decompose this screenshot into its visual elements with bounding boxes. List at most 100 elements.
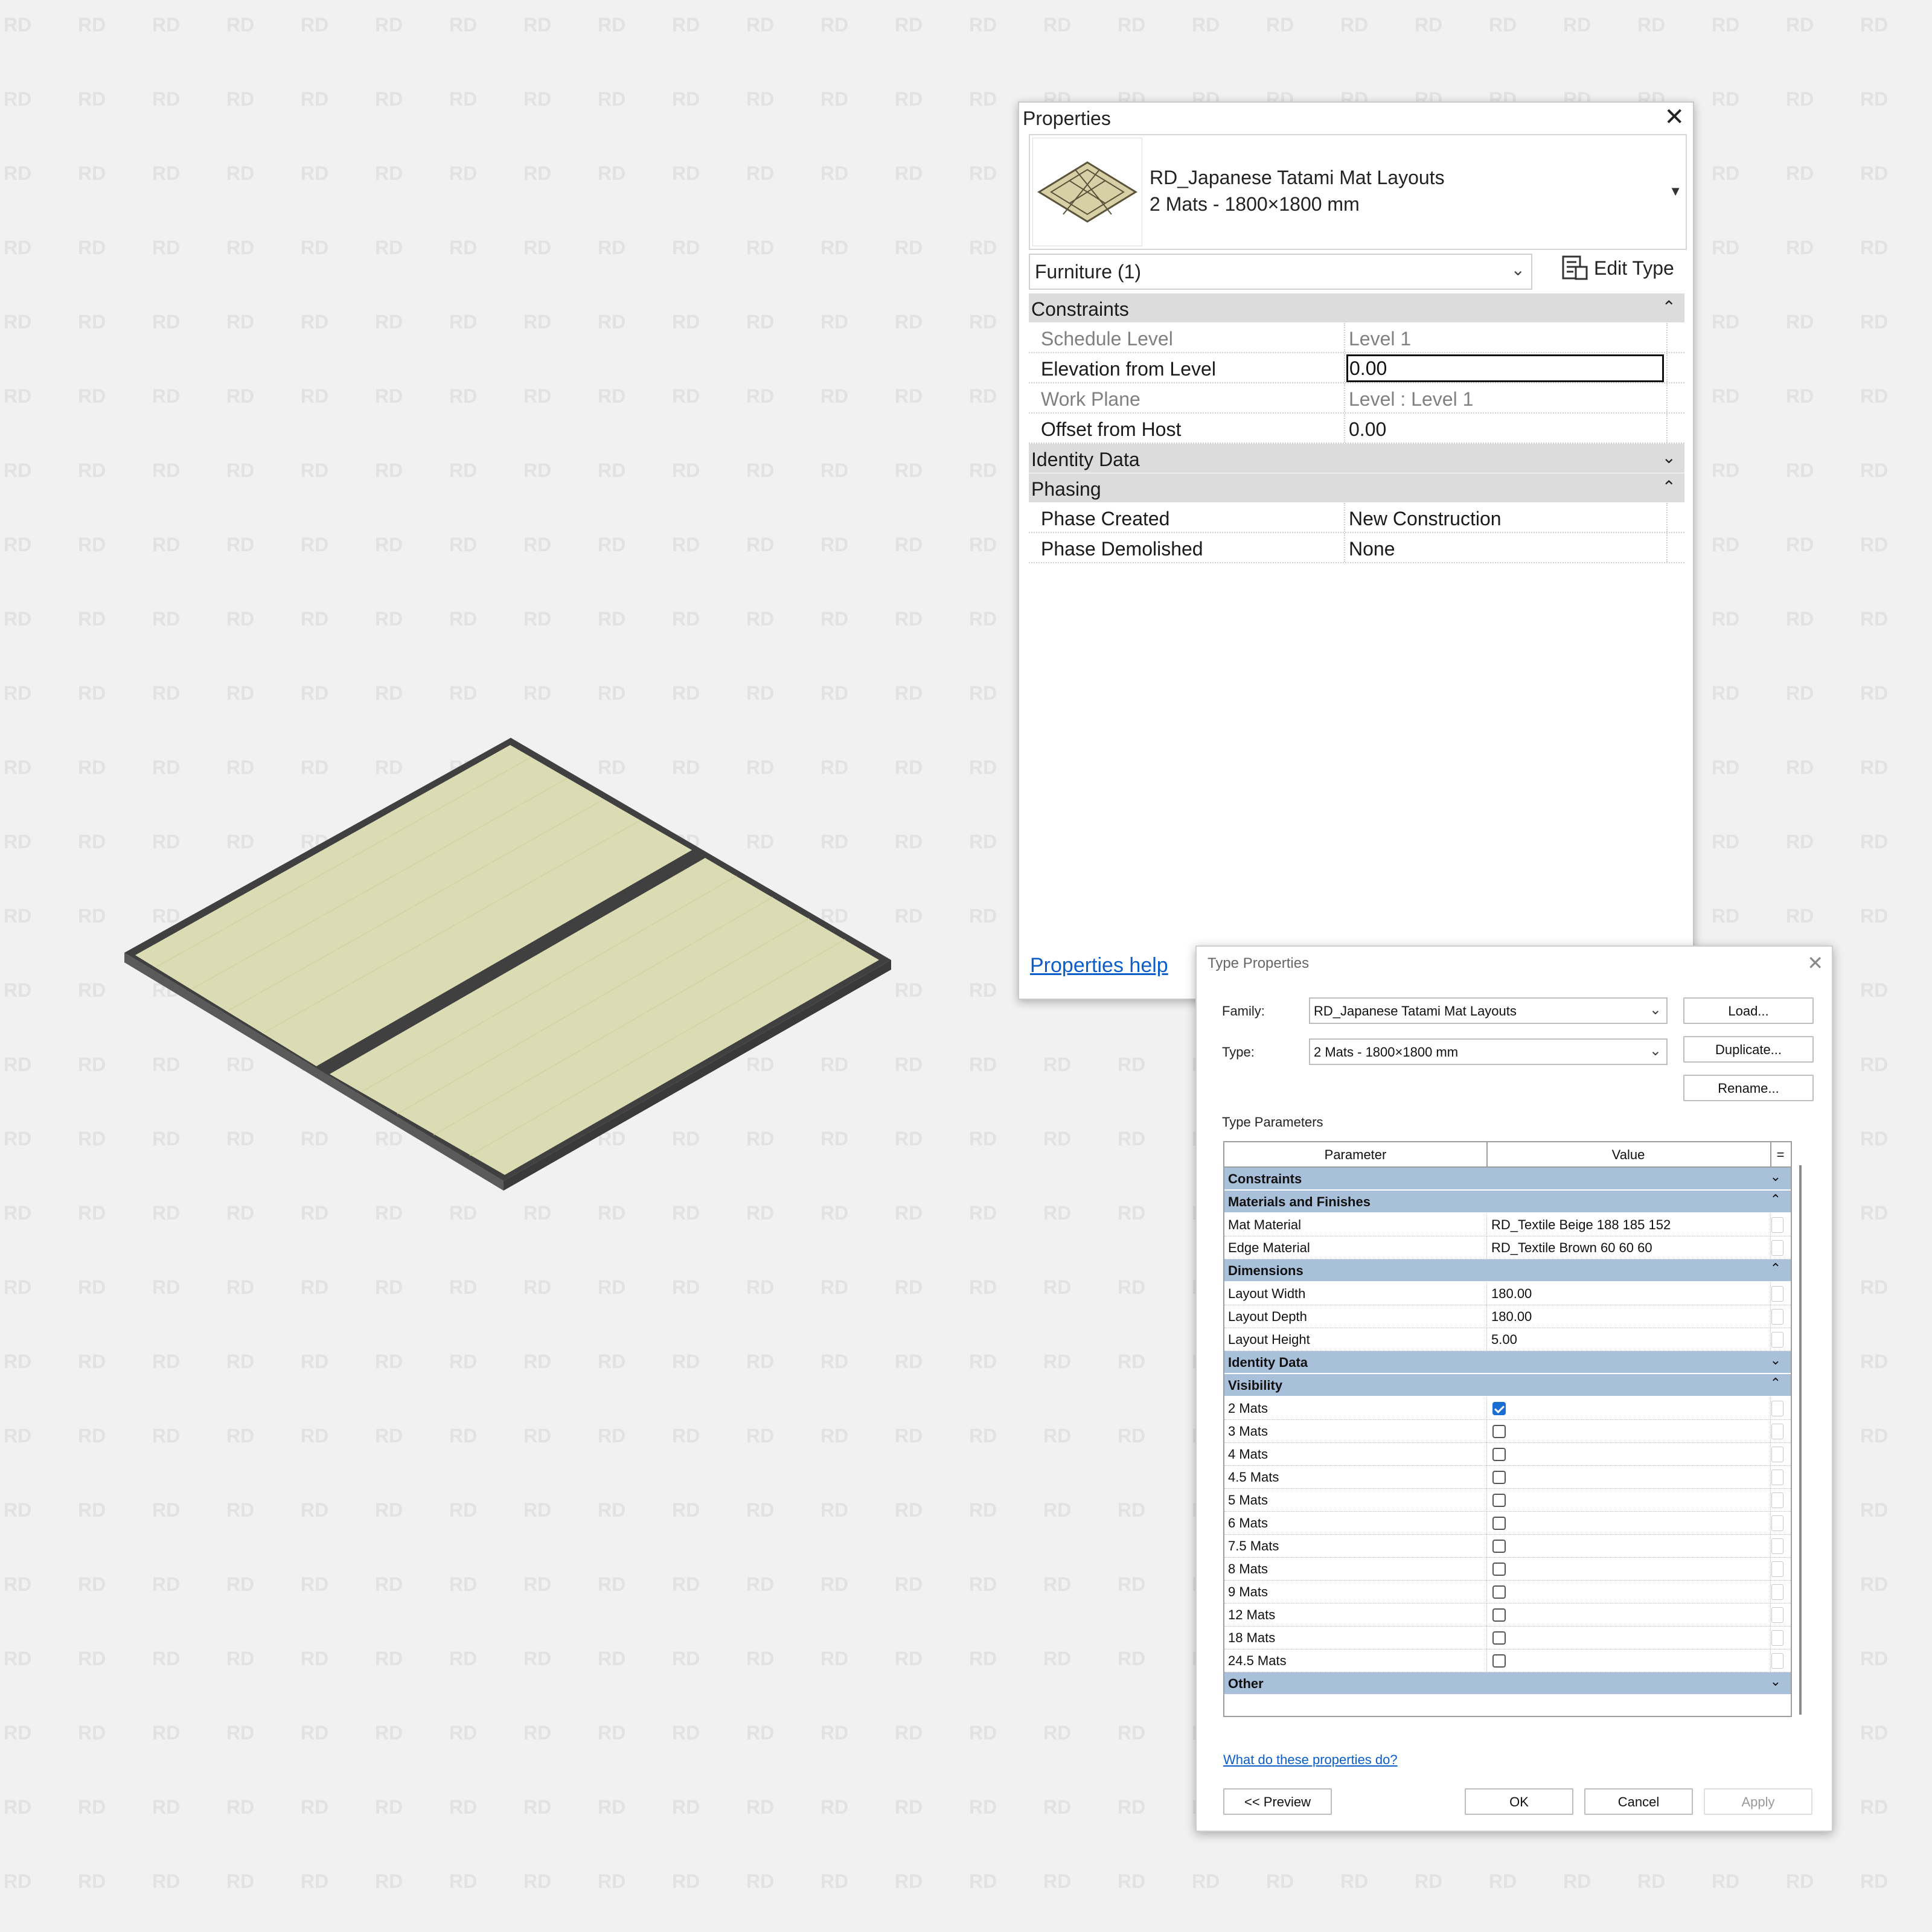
group-label: Dimensions xyxy=(1228,1263,1303,1278)
collapse-icon[interactable]: ⌃ xyxy=(1770,1261,1781,1276)
param-row-layout-depth[interactable]: Layout Depth 180.00 xyxy=(1224,1305,1791,1328)
visibility-checkbox[interactable] xyxy=(1492,1563,1506,1576)
property-value[interactable]: None xyxy=(1349,538,1395,560)
associate-parameter-button[interactable] xyxy=(1771,1424,1783,1439)
group-constraints[interactable]: Constraints ⌃ xyxy=(1029,293,1684,323)
expand-icon[interactable]: ⌄ xyxy=(1770,1674,1781,1689)
group-identity-data[interactable]: Identity Data ⌄ xyxy=(1029,444,1684,473)
load-button[interactable]: Load... xyxy=(1683,997,1814,1024)
expand-icon[interactable]: ⌄ xyxy=(1770,1169,1781,1185)
param-row-visibility[interactable]: 2 Mats xyxy=(1224,1397,1791,1420)
close-icon[interactable]: ✕ xyxy=(1807,952,1823,974)
associate-parameter-button[interactable] xyxy=(1771,1538,1783,1554)
param-row-visibility[interactable]: 4 Mats xyxy=(1224,1443,1791,1466)
visibility-checkbox[interactable] xyxy=(1492,1585,1506,1599)
param-value[interactable]: 180.00 xyxy=(1491,1286,1532,1302)
collapse-icon[interactable]: ⌃ xyxy=(1662,297,1676,317)
visibility-checkbox[interactable] xyxy=(1492,1402,1506,1415)
column-header-parameter[interactable]: Parameter xyxy=(1224,1147,1486,1163)
type-selector[interactable]: RD_Japanese Tatami Mat Layouts 2 Mats - … xyxy=(1029,134,1687,250)
param-row-layout-width[interactable]: Layout Width 180.00 xyxy=(1224,1282,1791,1305)
property-row-offset-from-host[interactable]: Offset from Host 0.00 xyxy=(1029,414,1684,444)
visibility-checkbox[interactable] xyxy=(1492,1654,1506,1668)
associate-parameter-button[interactable] xyxy=(1771,1240,1783,1256)
visibility-checkbox[interactable] xyxy=(1492,1425,1506,1438)
param-value[interactable]: 180.00 xyxy=(1491,1309,1532,1325)
param-value[interactable]: RD_Textile Brown 60 60 60 xyxy=(1491,1240,1652,1256)
visibility-checkbox[interactable] xyxy=(1492,1471,1506,1484)
associate-parameter-button[interactable] xyxy=(1771,1492,1783,1508)
associate-parameter-button[interactable] xyxy=(1771,1561,1783,1577)
collapse-icon[interactable]: ⌃ xyxy=(1662,477,1676,497)
property-row-phase-created[interactable]: Phase Created New Construction xyxy=(1029,503,1684,533)
tatami-3d-model[interactable] xyxy=(115,731,906,1201)
cancel-button[interactable]: Cancel xyxy=(1584,1788,1693,1815)
associate-parameter-button[interactable] xyxy=(1771,1630,1783,1646)
associate-parameter-button[interactable] xyxy=(1771,1653,1783,1669)
ok-button[interactable]: OK xyxy=(1465,1788,1573,1815)
duplicate-button[interactable]: Duplicate... xyxy=(1683,1036,1814,1063)
param-row-mat-material[interactable]: Mat Material RD_Textile Beige 188 185 15… xyxy=(1224,1214,1791,1236)
property-row-phase-demolished[interactable]: Phase Demolished None xyxy=(1029,533,1684,563)
param-row-visibility[interactable]: 3 Mats xyxy=(1224,1420,1791,1443)
group-label: Identity Data xyxy=(1228,1355,1308,1370)
associate-parameter-button[interactable] xyxy=(1771,1217,1783,1233)
visibility-checkbox[interactable] xyxy=(1492,1631,1506,1645)
group-phasing[interactable]: Phasing ⌃ xyxy=(1029,473,1684,503)
type-dropdown[interactable]: 2 Mats - 1800×1800 mm ⌄ xyxy=(1309,1038,1668,1065)
instance-filter-dropdown[interactable]: Furniture (1) ⌄ xyxy=(1029,254,1532,290)
column-header-formula[interactable]: = xyxy=(1771,1147,1790,1163)
family-dropdown[interactable]: RD_Japanese Tatami Mat Layouts ⌄ xyxy=(1309,997,1668,1024)
param-row-visibility[interactable]: 7.5 Mats xyxy=(1224,1535,1791,1558)
group-identity-data[interactable]: Identity Data ⌄ xyxy=(1224,1351,1791,1374)
property-value[interactable]: New Construction xyxy=(1349,508,1502,530)
associate-parameter-button[interactable] xyxy=(1771,1286,1783,1302)
group-constraints[interactable]: Constraints ⌄ xyxy=(1224,1168,1791,1191)
param-value[interactable]: RD_Textile Beige 188 185 152 xyxy=(1491,1217,1671,1233)
param-row-visibility[interactable]: 4.5 Mats xyxy=(1224,1466,1791,1489)
expand-icon[interactable]: ⌄ xyxy=(1662,447,1676,467)
associate-parameter-button[interactable] xyxy=(1771,1584,1783,1600)
associate-parameter-button[interactable] xyxy=(1771,1607,1783,1623)
group-other[interactable]: Other ⌄ xyxy=(1224,1672,1791,1695)
associate-parameter-button[interactable] xyxy=(1771,1470,1783,1485)
grid-scrollbar[interactable] xyxy=(1799,1165,1802,1715)
param-row-visibility[interactable]: 8 Mats xyxy=(1224,1558,1791,1581)
associate-parameter-button[interactable] xyxy=(1771,1447,1783,1462)
group-dimensions[interactable]: Dimensions ⌃ xyxy=(1224,1259,1791,1282)
collapse-icon[interactable]: ⌃ xyxy=(1770,1192,1781,1208)
associate-parameter-button[interactable] xyxy=(1771,1332,1783,1348)
param-row-visibility[interactable]: 9 Mats xyxy=(1224,1581,1791,1604)
caret-down-icon[interactable]: ▼ xyxy=(1669,184,1682,199)
param-row-visibility[interactable]: 12 Mats xyxy=(1224,1604,1791,1627)
param-row-visibility[interactable]: 24.5 Mats xyxy=(1224,1649,1791,1672)
preview-button[interactable]: << Preview xyxy=(1223,1788,1332,1815)
visibility-checkbox[interactable] xyxy=(1492,1540,1506,1553)
expand-icon[interactable]: ⌄ xyxy=(1770,1352,1781,1368)
param-row-visibility[interactable]: 6 Mats xyxy=(1224,1512,1791,1535)
visibility-checkbox[interactable] xyxy=(1492,1448,1506,1461)
param-value[interactable]: 5.00 xyxy=(1491,1332,1517,1348)
what-do-these-properties-do-link[interactable]: What do these properties do? xyxy=(1223,1752,1398,1768)
visibility-checkbox[interactable] xyxy=(1492,1517,1506,1530)
param-row-layout-height[interactable]: Layout Height 5.00 xyxy=(1224,1328,1791,1351)
collapse-icon[interactable]: ⌃ xyxy=(1770,1375,1781,1391)
group-visibility[interactable]: Visibility ⌃ xyxy=(1224,1374,1791,1397)
visibility-checkbox[interactable] xyxy=(1492,1608,1506,1622)
property-value[interactable]: 0.00 xyxy=(1349,418,1386,441)
associate-parameter-button[interactable] xyxy=(1771,1401,1783,1416)
associate-parameter-button[interactable] xyxy=(1771,1515,1783,1531)
associate-parameter-button[interactable] xyxy=(1771,1309,1783,1325)
rename-button[interactable]: Rename... xyxy=(1683,1075,1814,1101)
tatami-thumbnail-icon xyxy=(1032,138,1142,246)
param-row-visibility[interactable]: 5 Mats xyxy=(1224,1489,1791,1512)
property-row-elevation-from-level[interactable]: Elevation from Level 0.00 xyxy=(1029,353,1684,383)
close-icon[interactable]: ✕ xyxy=(1664,105,1684,129)
param-row-edge-material[interactable]: Edge Material RD_Textile Brown 60 60 60 xyxy=(1224,1236,1791,1259)
properties-help-link[interactable]: Properties help xyxy=(1030,954,1168,977)
column-header-value[interactable]: Value xyxy=(1488,1147,1769,1163)
visibility-checkbox[interactable] xyxy=(1492,1494,1506,1507)
param-row-visibility[interactable]: 18 Mats xyxy=(1224,1627,1791,1649)
elevation-input[interactable]: 0.00 xyxy=(1346,354,1664,382)
group-materials-and-finishes[interactable]: Materials and Finishes ⌃ xyxy=(1224,1191,1791,1214)
